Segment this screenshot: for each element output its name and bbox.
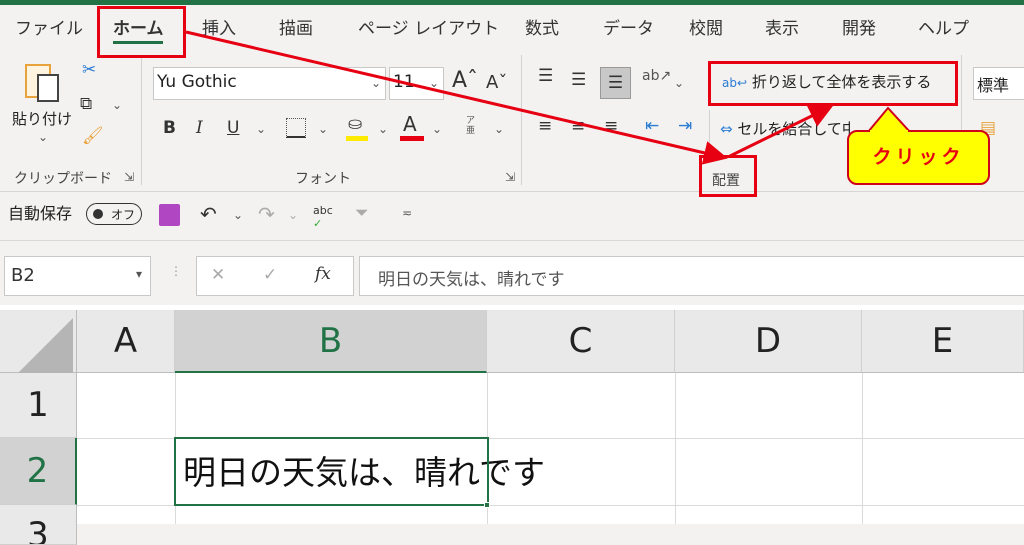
click-callout: クリック [847,130,990,185]
annotation-arrows [185,30,913,165]
callout-pointer-joint [870,130,908,134]
callout-pointer [865,106,913,133]
arrow-home-to-alignment [185,30,728,165]
arrow-alignment-to-wrap [729,105,834,158]
